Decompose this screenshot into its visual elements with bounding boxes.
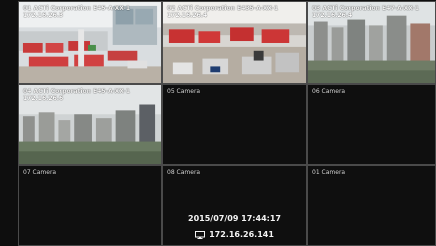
camera-ip: 172.16.26.3 xyxy=(23,12,64,19)
camera-tile-07[interactable]: 07 Camera xyxy=(18,165,162,246)
camera-label: 01 ACTi Corporation E45-A-XX-1 xyxy=(23,5,131,12)
camera-grid: 01 ACTi Corporation E45-A-XX-1 172.16.26… xyxy=(0,0,436,246)
camera-label: 02 ACTi Corporation E435-A-XX-1 xyxy=(167,5,279,12)
monitor-icon xyxy=(195,230,206,239)
camera-label: 01 Camera xyxy=(312,169,346,176)
camera-label: 05 Camera xyxy=(167,88,201,95)
camera-label: 03 ACTi Corporation E47-A-XX-1 xyxy=(312,5,420,12)
host-ip: 172.16.26.141 xyxy=(209,230,274,239)
camera-tile-03[interactable]: 03 ACTi Corporation E47-A-XX-1 172.16.26… xyxy=(307,1,436,84)
camera-tile-08[interactable]: 08 Camera 2015/07/09 17:44:17 172.16.26.… xyxy=(162,165,307,246)
camera-tile-02[interactable]: 02 ACTi Corporation E435-A-XX-1 172.16.2… xyxy=(162,1,307,84)
camera-tile-05[interactable]: 05 Camera xyxy=(162,84,307,165)
camera-ip: 172.16.26.6 xyxy=(23,95,64,102)
camera-tile-01[interactable]: 01 ACTi Corporation E45-A-XX-1 172.16.26… xyxy=(18,1,162,84)
camera-ip: 172.16.26.4 xyxy=(312,12,353,19)
camera-label: 07 Camera xyxy=(23,169,57,176)
status-host: 172.16.26.141 xyxy=(163,230,306,239)
camera-label: 08 Camera xyxy=(167,169,201,176)
status-datetime: 2015/07/09 17:44:17 xyxy=(188,214,281,223)
camera-ip: 172.16.26.4 xyxy=(167,12,208,19)
camera-label: 06 Camera xyxy=(312,88,346,95)
camera-tile-04[interactable]: 04 ACTi Corporation E45-A-XX-1 172.16.26… xyxy=(18,84,162,165)
camera-label: 04 ACTi Corporation E45-A-XX-1 xyxy=(23,88,131,95)
camera-tile-06[interactable]: 06 Camera xyxy=(307,84,436,165)
camera-tile-09[interactable]: 01 Camera xyxy=(307,165,436,246)
